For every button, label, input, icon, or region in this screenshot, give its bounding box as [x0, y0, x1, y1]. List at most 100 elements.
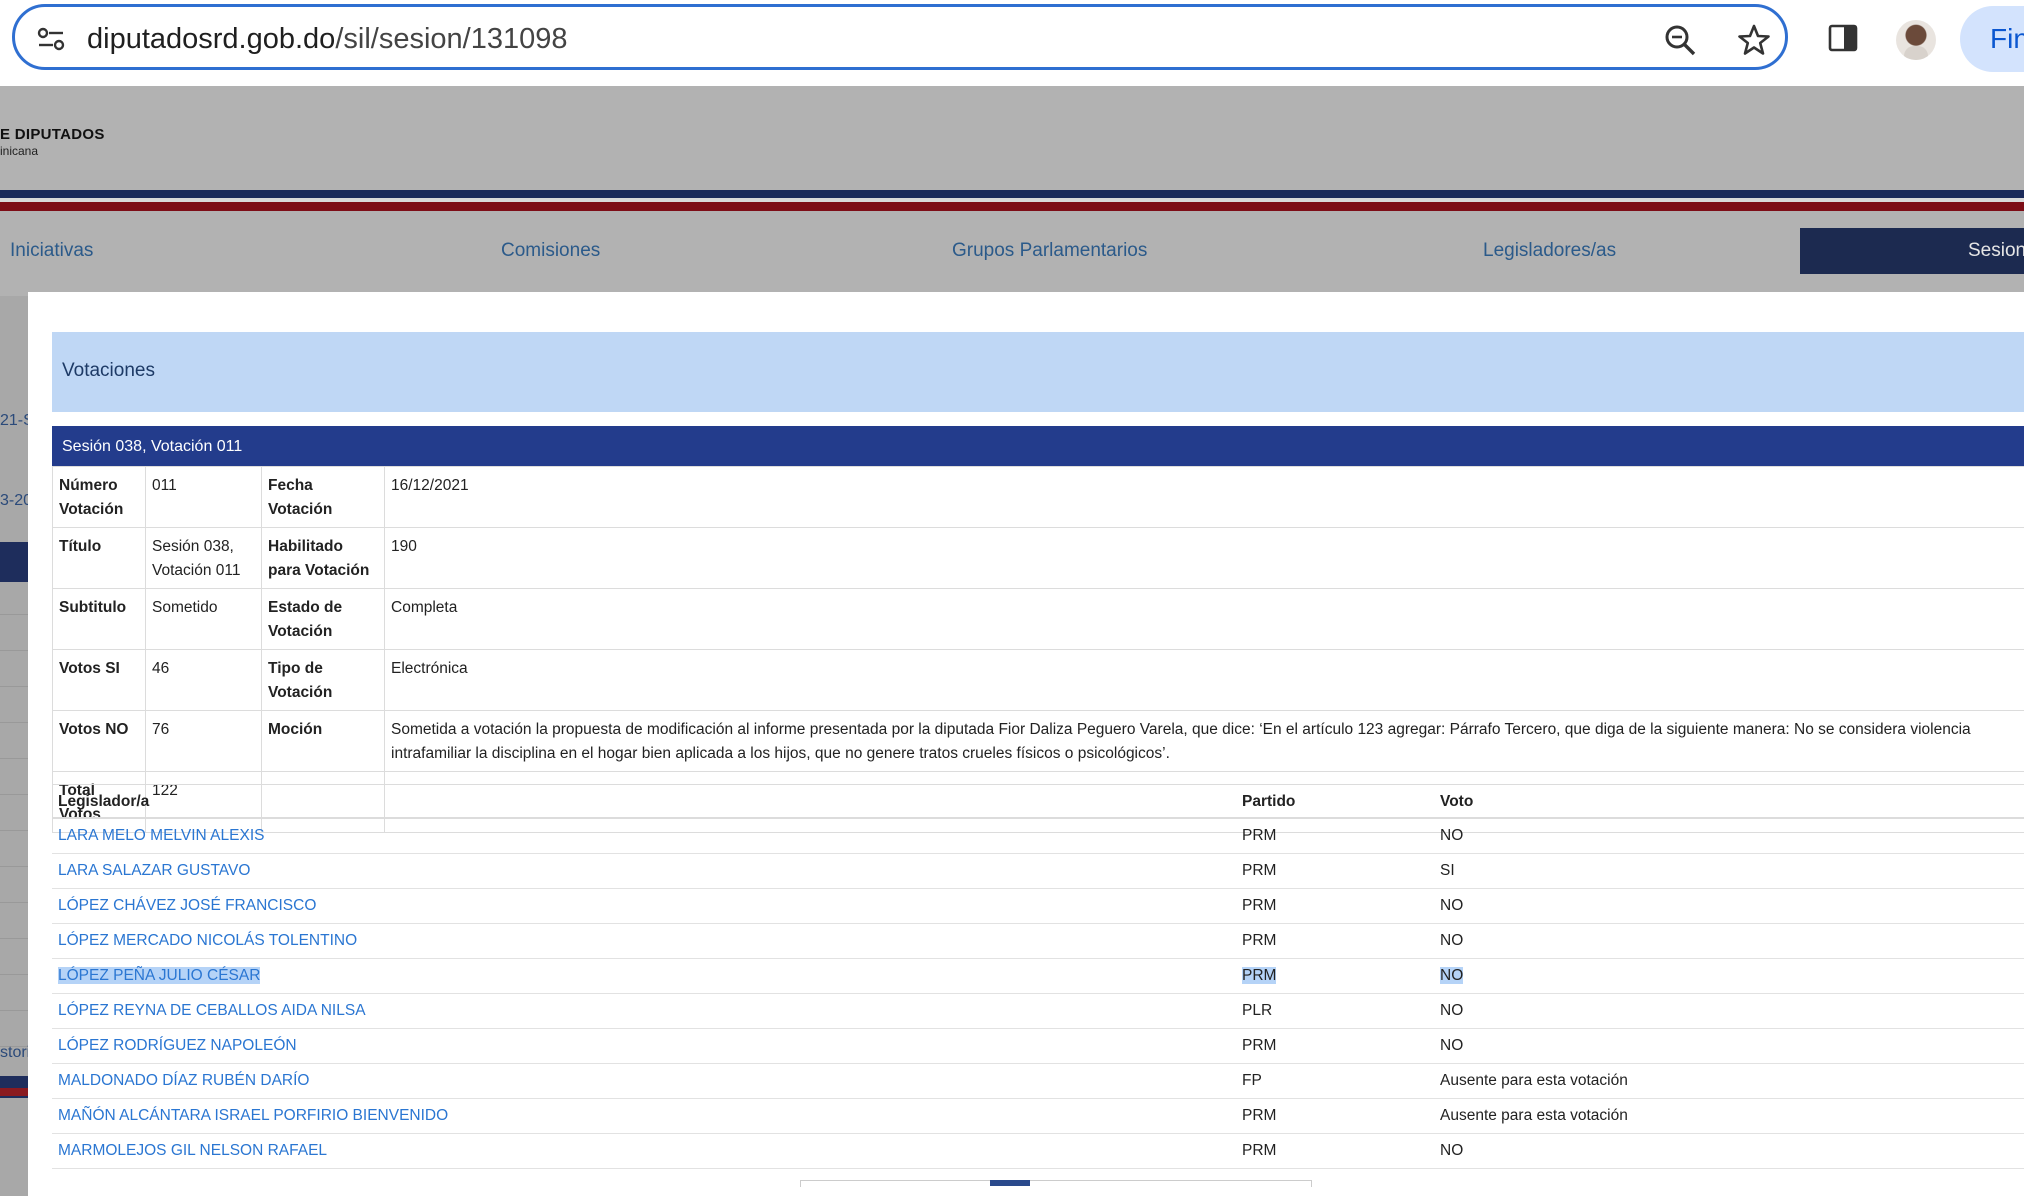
vote-cell: NO	[1434, 889, 2024, 924]
party-cell: PRM	[1236, 959, 1434, 994]
votes-header-row: Legislador/a Partido Voto	[52, 785, 2024, 819]
background-divider	[0, 614, 28, 615]
vote-cell: Ausente para esta votación	[1434, 1099, 2024, 1134]
table-row: LÓPEZ RODRÍGUEZ NAPOLEÓN PRM NO	[52, 1029, 2024, 1064]
column-header-partido[interactable]: Partido	[1236, 785, 1434, 819]
url-path: /sil/sesion/131098	[335, 23, 567, 55]
legislator-link[interactable]: LÓPEZ MERCADO NICOLÁS TOLENTINO	[52, 924, 1236, 959]
background-sidebar: 21-S 3-20 storia	[0, 296, 28, 1196]
detail-label: Votos SI	[53, 650, 146, 711]
bookmark-star-icon[interactable]	[1737, 23, 1771, 57]
legislator-link[interactable]: LARA MELO MELVIN ALEXIS	[52, 818, 1236, 854]
background-divider	[0, 866, 28, 867]
background-block	[0, 542, 28, 582]
detail-value: Electrónica	[385, 650, 2024, 711]
vote-cell: NO	[1434, 818, 2024, 854]
details-row: Número Votación 011 Fecha Votación 16/12…	[53, 467, 2024, 528]
legislator-link[interactable]: LÓPEZ CHÁVEZ JOSÉ FRANCISCO	[52, 889, 1236, 924]
modal-title: Votaciones	[62, 360, 155, 382]
legislator-link[interactable]: LÓPEZ REYNA DE CEBALLOS AIDA NILSA	[52, 994, 1236, 1029]
legislator-link[interactable]: MALDONADO DÍAZ RUBÉN DARÍO	[52, 1064, 1236, 1099]
column-header-voto[interactable]: Voto	[1434, 785, 2024, 819]
party-cell: PLR	[1236, 994, 1434, 1029]
background-divider	[0, 722, 28, 723]
table-row: LARA MELO MELVIN ALEXIS PRM NO	[52, 818, 2024, 854]
party-cell: PRM	[1236, 1029, 1434, 1064]
background-divider	[0, 1010, 28, 1011]
details-row: Votos NO 76 Moción Sometida a votación l…	[53, 711, 2024, 772]
table-row: LÓPEZ CHÁVEZ JOSÉ FRANCISCO PRM NO	[52, 889, 2024, 924]
nav-comisiones[interactable]: Comisiones	[501, 240, 600, 262]
votes-table: Legislador/a Partido Voto LARA MELO MELV…	[52, 784, 2024, 1169]
background-divider	[0, 794, 28, 795]
details-row: Título Sesión 038, Votación 011 Habilita…	[53, 528, 2024, 589]
session-title: Sesión 038, Votación 011	[62, 438, 242, 456]
table-row: LÓPEZ MERCADO NICOLÁS TOLENTINO PRM NO	[52, 924, 2024, 959]
party-cell: PRM	[1236, 1099, 1434, 1134]
profile-avatar[interactable]	[1896, 20, 1936, 60]
party-cell: FP	[1236, 1064, 1434, 1099]
detail-label: Moción	[262, 711, 385, 772]
background-divider	[0, 974, 28, 975]
vote-cell: Ausente para esta votación	[1434, 1064, 2024, 1099]
details-row: Subtitulo Sometido Estado de Votación Co…	[53, 589, 2024, 650]
party-cell: PRM	[1236, 889, 1434, 924]
selected-text: PRM	[1242, 967, 1276, 984]
legislator-link[interactable]: MARMOLEJOS GIL NELSON RAFAEL	[52, 1134, 1236, 1169]
find-button[interactable]: Fin	[1960, 6, 2024, 72]
nav-grupos-parlamentarios[interactable]: Grupos Parlamentarios	[952, 240, 1147, 262]
detail-label: Subtitulo	[53, 589, 146, 650]
header-stripe-red	[0, 202, 2024, 211]
detail-value: 46	[146, 650, 262, 711]
detail-value: Sesión 038, Votación 011	[146, 528, 262, 589]
table-row: MARMOLEJOS GIL NELSON RAFAEL PRM NO	[52, 1134, 2024, 1169]
details-row: Votos SI 46 Tipo de Votación Electrónica	[53, 650, 2024, 711]
pagination[interactable]	[800, 1180, 1312, 1187]
address-bar[interactable]: diputadosrd.gob.do/sil/sesion/131098	[12, 4, 1788, 70]
legislator-link[interactable]: LÓPEZ PEÑA JULIO CÉSAR	[52, 959, 1236, 994]
nav-legisladores[interactable]: Legisladores/as	[1483, 240, 1616, 262]
legislator-link[interactable]: LARA SALAZAR GUSTAVO	[52, 854, 1236, 889]
nav-sesiones[interactable]: Sesion	[1800, 228, 2024, 274]
background-divider	[0, 758, 28, 759]
vote-cell: NO	[1434, 994, 2024, 1029]
background-divider	[0, 830, 28, 831]
pagination-active-page[interactable]	[990, 1180, 1030, 1186]
legislator-link[interactable]: MAÑÓN ALCÁNTARA ISRAEL PORFIRIO BIENVENI…	[52, 1099, 1236, 1134]
detail-value: 76	[146, 711, 262, 772]
detail-value: 011	[146, 467, 262, 528]
vote-cell: NO	[1434, 1029, 2024, 1064]
detail-value: 190	[385, 528, 2024, 589]
background-divider	[0, 938, 28, 939]
zoom-icon[interactable]	[1663, 23, 1697, 57]
vote-details-table: Número Votación 011 Fecha Votación 16/12…	[52, 466, 2024, 833]
table-row: MAÑÓN ALCÁNTARA ISRAEL PORFIRIO BIENVENI…	[52, 1099, 2024, 1134]
site-settings-icon[interactable]	[37, 27, 65, 51]
detail-value: Completa	[385, 589, 2024, 650]
vote-cell: NO	[1434, 959, 2024, 994]
vote-cell: NO	[1434, 1134, 2024, 1169]
background-divider	[0, 902, 28, 903]
table-row: LÓPEZ PEÑA JULIO CÉSAR PRM NO	[52, 959, 2024, 994]
vote-cell: NO	[1434, 924, 2024, 959]
party-cell: PRM	[1236, 924, 1434, 959]
side-panel-icon[interactable]	[1828, 24, 1858, 52]
detail-label: Fecha Votación	[262, 467, 385, 528]
legislator-link[interactable]: LÓPEZ RODRÍGUEZ NAPOLEÓN	[52, 1029, 1236, 1064]
column-header-legislador[interactable]: Legislador/a	[52, 785, 1236, 819]
votaciones-modal: Votaciones × Sesión 038, Votación 011 Nú…	[28, 292, 2024, 1192]
site-subtitle: inicana	[0, 144, 38, 158]
selected-text: LÓPEZ PEÑA JULIO CÉSAR	[58, 967, 260, 984]
detail-value: Sometido	[146, 589, 262, 650]
detail-label: Número Votación	[53, 467, 146, 528]
nav-iniciativas[interactable]: Iniciativas	[10, 240, 93, 262]
detail-value: 16/12/2021	[385, 467, 2024, 528]
url-text[interactable]: diputadosrd.gob.do/sil/sesion/131098	[87, 23, 567, 56]
detail-value: Sometida a votación la propuesta de modi…	[385, 711, 2024, 772]
detail-label: Tipo de Votación	[262, 650, 385, 711]
background-block	[0, 1088, 28, 1096]
background-divider	[0, 686, 28, 687]
table-row: LÓPEZ REYNA DE CEBALLOS AIDA NILSA PLR N…	[52, 994, 2024, 1029]
vote-cell: SI	[1434, 854, 2024, 889]
detail-label: Votos NO	[53, 711, 146, 772]
